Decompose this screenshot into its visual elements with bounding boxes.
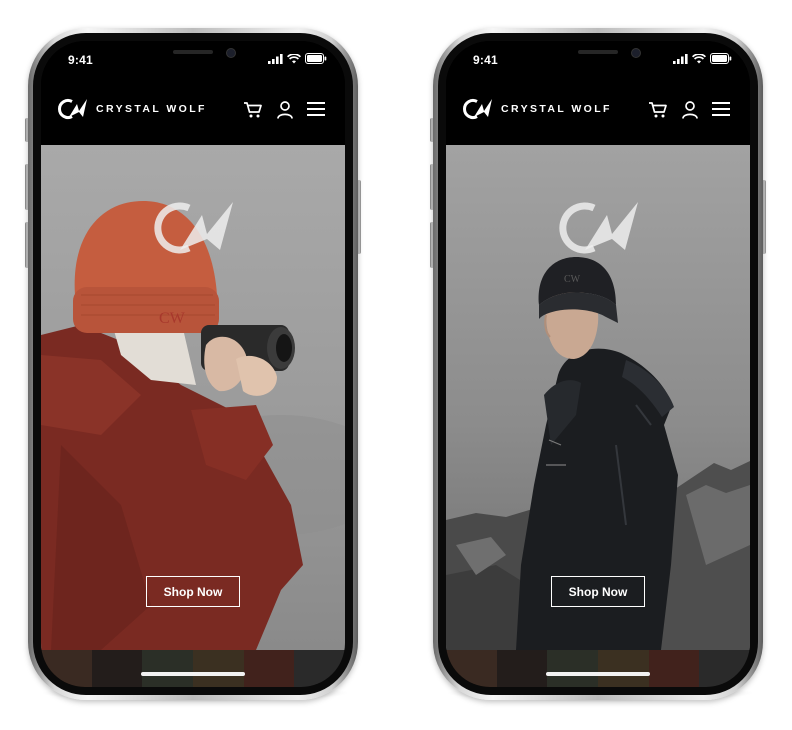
cart-icon[interactable]	[243, 101, 263, 119]
hero-banner: CW Shop Now	[41, 145, 345, 650]
status-time: 9:41	[473, 53, 498, 67]
crystal-wolf-logo-icon	[463, 99, 492, 119]
home-indicator[interactable]	[546, 672, 650, 676]
site-header: CRYSTAL WOLF	[41, 79, 345, 145]
brand-name: CRYSTAL WOLF	[501, 103, 612, 115]
crystal-wolf-logo-icon	[58, 99, 87, 119]
hamburger-menu-icon[interactable]	[712, 101, 730, 117]
user-icon[interactable]	[682, 101, 698, 119]
shop-now-button[interactable]: Shop Now	[146, 576, 240, 607]
status-time: 9:41	[68, 53, 93, 67]
user-icon[interactable]	[277, 101, 293, 119]
status-bar: 9:41	[446, 41, 750, 79]
brand-logo[interactable]: CRYSTAL WOLF	[462, 98, 612, 120]
signal-icon	[268, 53, 283, 64]
wifi-icon	[287, 53, 301, 63]
notch	[516, 41, 680, 71]
status-bar: 9:41	[41, 41, 345, 79]
phone-screen-2: 9:41 CRYSTAL WOLF CW Shop Now	[446, 41, 750, 687]
wifi-icon	[692, 53, 706, 63]
site-header: CRYSTAL WOLF	[446, 79, 750, 145]
hero-watermark-logo-icon	[559, 202, 638, 254]
brand-logo[interactable]: CRYSTAL WOLF	[57, 98, 207, 120]
phone-screen-1: 9:41 CRYSTAL WOLF CW Shop Now	[41, 41, 345, 687]
hero-watermark-logo-icon	[154, 202, 233, 254]
svg-text:CW: CW	[159, 310, 186, 327]
hamburger-menu-icon[interactable]	[307, 101, 325, 117]
signal-icon	[673, 53, 688, 64]
notch	[111, 41, 275, 71]
svg-text:CW: CW	[564, 274, 581, 285]
shop-now-button[interactable]: Shop Now	[551, 576, 645, 607]
cart-icon[interactable]	[648, 101, 668, 119]
battery-icon	[305, 53, 327, 64]
hero-banner: CW Shop Now	[446, 145, 750, 650]
phone-mockup-1: 9:41 CRYSTAL WOLF CW Shop Now	[28, 28, 358, 700]
product-thumbnail-strip	[446, 650, 750, 687]
home-indicator[interactable]	[141, 672, 245, 676]
battery-icon	[710, 53, 732, 64]
phone-mockup-2: 9:41 CRYSTAL WOLF CW Shop Now	[433, 28, 763, 700]
brand-name: CRYSTAL WOLF	[96, 103, 207, 115]
product-thumbnail-strip	[41, 650, 345, 687]
